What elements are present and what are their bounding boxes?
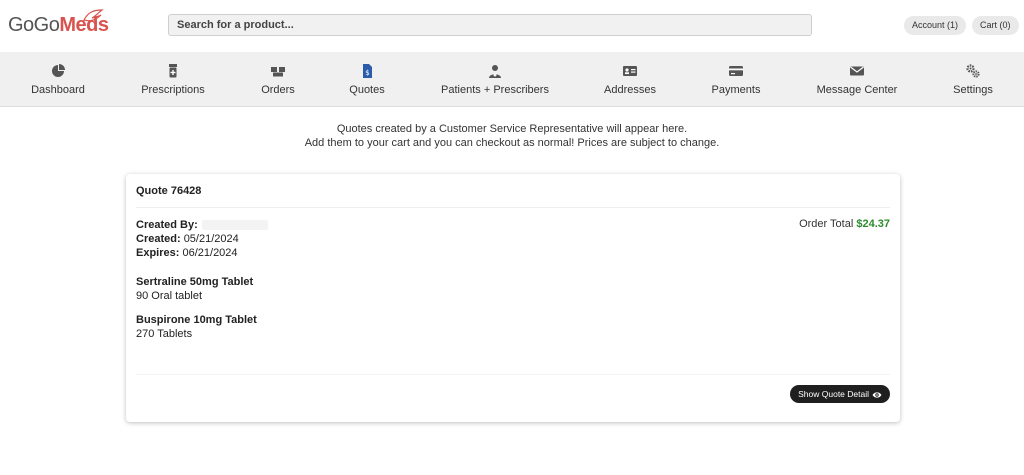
nav-item-payments[interactable]: Payments	[701, 52, 771, 106]
svg-text:$: $	[365, 69, 369, 77]
order-total-value: $24.37	[856, 218, 890, 230]
header: GoGoMeds Account (1) Cart (0)	[0, 0, 1024, 52]
nav-item-patients-prescribers[interactable]: Patients + Prescribers	[430, 52, 560, 106]
search-input[interactable]	[168, 14, 812, 36]
nav-label-addresses: Addresses	[604, 84, 656, 96]
card-divider	[136, 207, 890, 208]
nav-label-orders: Orders	[261, 84, 295, 96]
show-quote-detail-label: Show Quote Detail	[798, 389, 869, 399]
nav-item-message-center[interactable]: Message Center	[807, 52, 907, 106]
prescription-bottle-icon	[169, 64, 177, 78]
expires-label: Expires:	[136, 247, 180, 259]
quote-item: Buspirone 10mg Tablet 270 Tablets	[136, 313, 257, 341]
boxes-icon	[271, 67, 285, 77]
logo-text-gogo: GoGo	[8, 14, 60, 36]
quotes-intro: Quotes created by a Customer Service Rep…	[0, 122, 1024, 150]
logo-wing-icon	[83, 9, 104, 22]
item-quantity: 90 Oral tablet	[136, 290, 203, 302]
nav-label-message-center: Message Center	[816, 84, 898, 96]
created-row: Created: 05/21/2024	[136, 232, 268, 246]
envelope-icon	[850, 66, 864, 76]
intro-line-2: Add them to your cart and you can checko…	[304, 137, 720, 149]
expires-row: Expires: 06/21/2024	[136, 246, 268, 260]
item-name: Sertraline 50mg Tablet	[136, 276, 254, 288]
nav-label-quotes: Quotes	[349, 84, 385, 96]
nav-label-dashboard: Dashboard	[31, 84, 85, 96]
card-divider	[136, 374, 890, 375]
user-doctor-icon	[489, 65, 501, 78]
item-quantity: 270 Tablets	[136, 328, 193, 340]
created-by-row: Created By:	[136, 218, 268, 232]
eye-icon	[872, 392, 882, 398]
item-name: Buspirone 10mg Tablet	[136, 314, 257, 326]
quote-card: Quote 76428 Created By: Created: 05/21/2…	[126, 174, 900, 422]
quote-meta: Created By: Created: 05/21/2024 Expires:…	[136, 218, 268, 260]
created-by-label: Created By:	[136, 219, 198, 231]
order-total-label: Order Total	[799, 218, 854, 230]
account-button[interactable]: Account (1)	[904, 16, 967, 35]
nav-item-settings[interactable]: Settings	[943, 52, 1003, 106]
address-card-icon	[623, 66, 637, 76]
cart-button[interactable]: Cart (0)	[972, 16, 1019, 35]
nav-item-dashboard[interactable]: Dashboard	[18, 52, 98, 106]
created-label: Created:	[136, 233, 181, 245]
pie-chart-icon	[52, 64, 65, 77]
nav-label-payments: Payments	[711, 84, 761, 96]
created-value: 05/21/2024	[183, 233, 239, 245]
nav-item-quotes[interactable]: $ Quotes	[337, 52, 397, 106]
expires-value: 06/21/2024	[182, 247, 238, 259]
order-total: Order Total $24.37	[799, 218, 890, 230]
nav-item-orders[interactable]: Orders	[248, 52, 308, 106]
main-nav: Dashboard Prescriptions Orders $ Quotes …	[0, 52, 1024, 107]
file-dollar-icon: $	[363, 64, 372, 78]
nav-label-settings: Settings	[953, 84, 993, 96]
gears-icon	[966, 64, 980, 78]
redacted-name	[201, 220, 268, 231]
nav-label-patients-prescribers: Patients + Prescribers	[441, 84, 549, 96]
credit-card-icon	[729, 66, 743, 76]
nav-label-prescriptions: Prescriptions	[141, 84, 205, 96]
quote-item: Sertraline 50mg Tablet 90 Oral tablet	[136, 275, 253, 303]
quote-title: Quote 76428	[136, 185, 202, 197]
intro-line-1: Quotes created by a Customer Service Rep…	[336, 123, 688, 135]
show-quote-detail-button[interactable]: Show Quote Detail	[790, 385, 890, 403]
nav-item-prescriptions[interactable]: Prescriptions	[128, 52, 218, 106]
nav-item-addresses[interactable]: Addresses	[595, 52, 665, 106]
